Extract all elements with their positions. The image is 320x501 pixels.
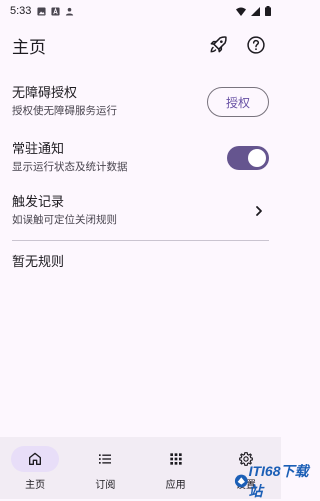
nav-apps-indicator [152,446,200,472]
status-right-icons [236,6,271,16]
notification-subtitle: 显示运行状态及统计数据 [12,159,227,175]
app-bar: 主页 [0,22,281,68]
signal-icon [251,7,260,16]
wifi-icon [236,7,246,16]
accessibility-row: 无障碍授权 授权使无障碍服务运行 授权 [0,76,281,128]
trigger-log-row[interactable]: 触发记录 如误触可定位关闭规则 [0,186,281,236]
image-icon [37,7,46,16]
trigger-log-subtitle: 如误触可定位关闭规则 [12,212,249,228]
toggle-knob [248,149,266,167]
help-icon [246,35,266,55]
battery-icon [265,6,271,16]
list-icon [97,451,113,467]
rocket-button[interactable] [205,32,231,58]
status-time: 5:33 [10,5,31,17]
trigger-log-texts: 触发记录 如误触可定位关闭规则 [12,194,249,228]
nav-subscriptions-label: 订阅 [95,476,115,491]
rules-empty-text: 暂无规则 [0,241,281,280]
person-icon [65,7,74,16]
nav-item-subscriptions[interactable]: 订阅 [70,437,140,499]
notification-texts: 常驻通知 显示运行状态及统计数据 [12,141,227,175]
nav-home-indicator [11,446,59,472]
accessibility-texts: 无障碍授权 授权使无障碍服务运行 [12,85,207,119]
watermark-logo-icon [234,473,249,489]
watermark: ITI68下载站 [234,467,316,495]
apps-grid-icon [168,451,184,467]
page-title: 主页 [12,33,193,58]
authorize-button[interactable]: 授权 [207,87,269,117]
text-icon [51,7,60,16]
notification-row[interactable]: 常驻通知 显示运行状态及统计数据 [0,134,281,182]
accessibility-subtitle: 授权使无障碍服务运行 [12,103,207,119]
watermark-text: ITI68下载站 [249,461,316,501]
nav-item-apps[interactable]: 应用 [141,437,211,499]
nav-subscriptions-indicator [81,446,129,472]
nav-home-label: 主页 [25,476,45,491]
home-icon [27,451,43,467]
rocket-icon [208,35,228,55]
accessibility-title: 无障碍授权 [12,85,207,103]
notification-title: 常驻通知 [12,141,227,159]
status-bar: 5:33 [0,0,281,22]
notification-toggle[interactable] [227,146,269,170]
nav-item-home[interactable]: 主页 [0,437,70,499]
trigger-log-title: 触发记录 [12,194,249,212]
help-button[interactable] [243,32,269,58]
chevron-right-icon [249,201,269,221]
nav-apps-label: 应用 [166,476,186,491]
